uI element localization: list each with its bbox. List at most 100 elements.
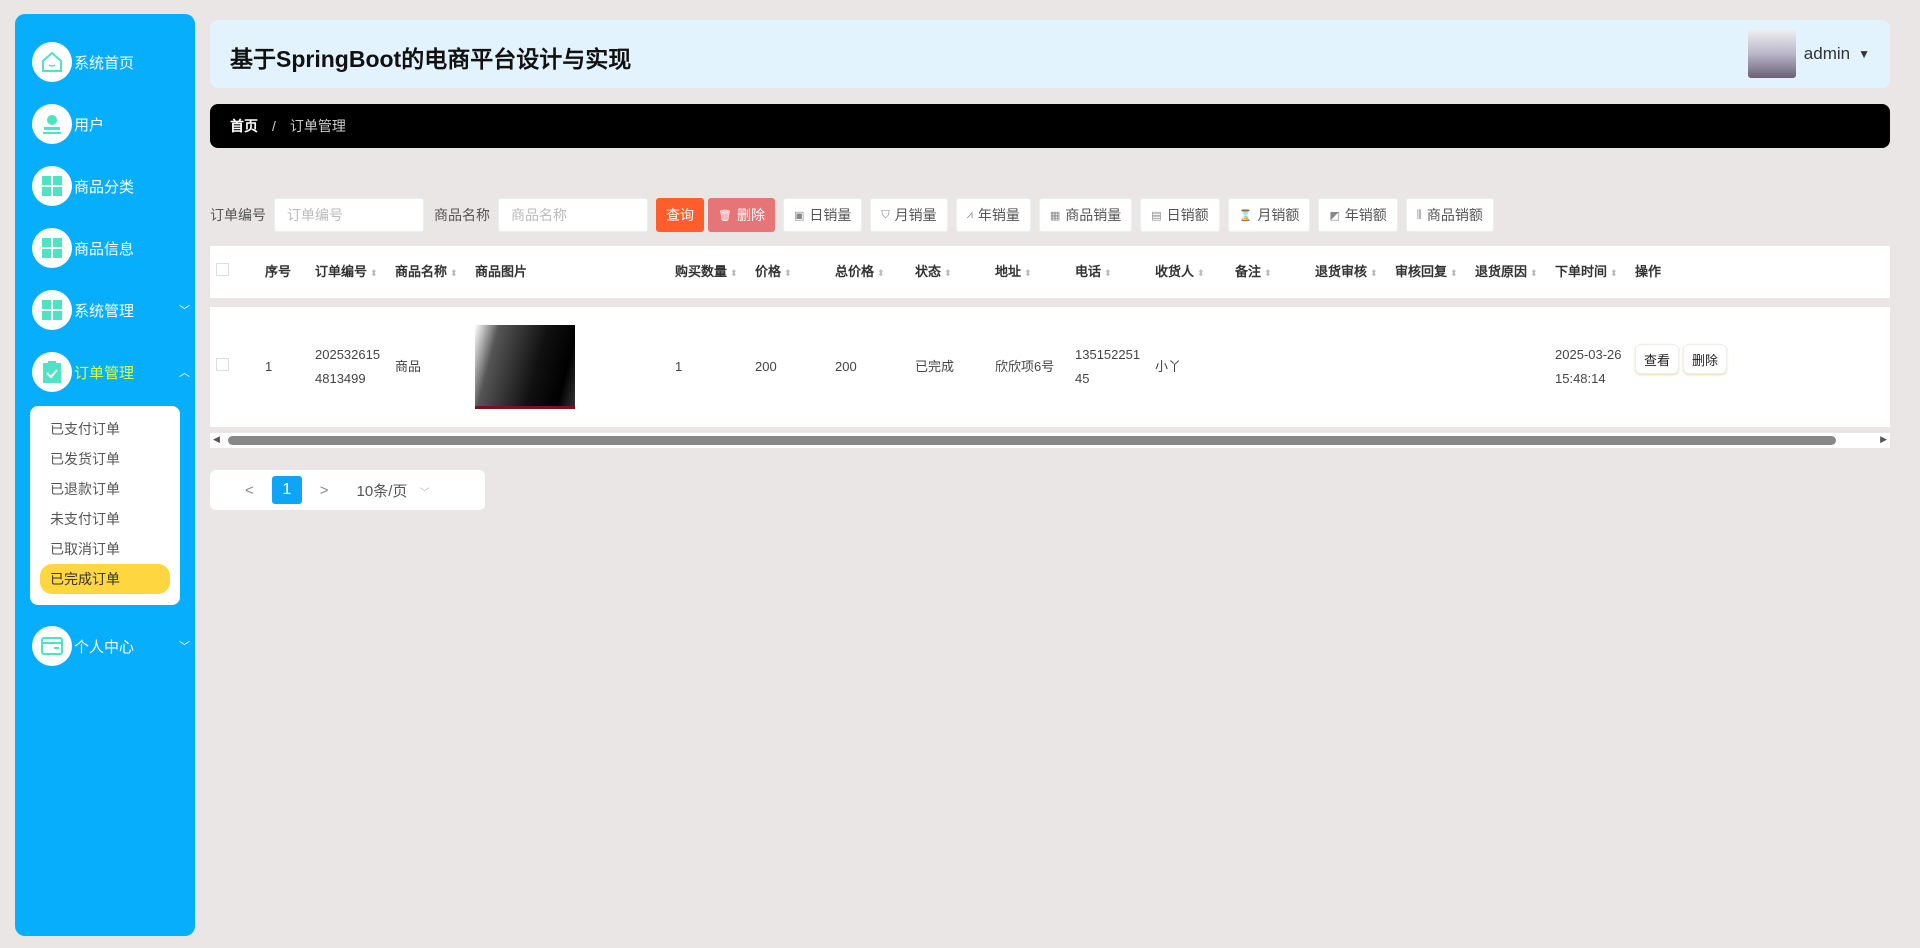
pagination: < 1 > 10条/页 ﹀ (210, 470, 485, 510)
col-total[interactable]: 总价格 ⬍ (830, 260, 910, 285)
cell-total: 200 (835, 359, 857, 374)
sort-icon: ⬍ (1104, 267, 1112, 278)
username: admin (1803, 44, 1851, 63)
submenu-completed[interactable]: 已完成订单 (40, 564, 170, 594)
col-return-reason[interactable]: 退货原因 ⬍ (1470, 260, 1550, 285)
breadcrumb-home[interactable]: 首页 (230, 116, 258, 136)
top-header: 基于SpringBoot的电商平台设计与实现 admin ▼ (210, 20, 1890, 88)
cell-index: 1 (265, 359, 273, 374)
sidebar-item-home[interactable]: 系统首页 (32, 40, 192, 84)
grid-icon (32, 290, 72, 330)
horizontal-scrollbar[interactable]: ◀ ▶ (210, 433, 1890, 448)
sidebar-item-orders[interactable]: 订单管理 ︿ (32, 350, 192, 394)
sort-icon: ⬍ (1610, 267, 1618, 278)
breadcrumb-current: 订单管理 (289, 118, 346, 134)
chart-icon: ▣ (793, 209, 805, 222)
scroll-right-icon[interactable]: ▶ (1880, 434, 1887, 445)
product-image[interactable] (475, 325, 575, 409)
sidebar-item-category[interactable]: 商品分类 (32, 164, 192, 208)
delete-button[interactable]: 🗑 删除 (708, 198, 775, 232)
cell-product: 商品 (395, 359, 422, 374)
user-menu[interactable]: admin ▼ (1747, 30, 1870, 78)
submenu-unpaid[interactable]: 未支付订单 (40, 504, 170, 534)
sidebar-item-system[interactable]: 系统管理 ﹀ (32, 288, 192, 332)
scroll-left-icon[interactable]: ◀ (213, 434, 220, 445)
select-all-checkbox[interactable] (216, 263, 229, 276)
col-qty[interactable]: 购买数量 ⬍ (670, 260, 750, 285)
next-page-button[interactable]: > (320, 482, 329, 499)
user-stamp-icon (32, 104, 72, 144)
cell-price: 200 (755, 359, 777, 374)
monthly-sales-amount-button[interactable]: ⌛ 月销额 (1227, 198, 1311, 232)
line-chart-icon: ⩘ (966, 208, 973, 221)
submenu-cancelled[interactable]: 已取消订单 (40, 534, 170, 564)
page-1-button[interactable]: 1 (271, 476, 302, 504)
sort-icon: ⬍ (370, 267, 378, 278)
cell-qty: 1 (675, 359, 683, 374)
search-button[interactable]: 查询 (656, 198, 704, 232)
col-status[interactable]: 状态 ⬍ (910, 260, 990, 285)
col-time[interactable]: 下单时间 ⬍ (1550, 260, 1630, 285)
chevron-down-icon: ﹀ (419, 487, 430, 499)
product-name-label: 商品名称 (434, 207, 490, 223)
caret-down-icon: ▼ (1858, 47, 1870, 61)
col-order-no[interactable]: 订单编号 ⬍ (310, 260, 390, 285)
yearly-sales-amount-button[interactable]: ◩ 年销额 (1318, 198, 1398, 232)
chevron-down-icon: ﹀ (179, 305, 190, 317)
cell-address: 欣欣项6号 (995, 359, 1055, 374)
cell-receiver: 小丫 (1155, 359, 1182, 374)
col-phone[interactable]: 电话 ⬍ (1070, 260, 1150, 285)
sidebar-item-user[interactable]: 用户 (32, 102, 192, 146)
col-address[interactable]: 地址 ⬍ (990, 260, 1070, 285)
product-name-input[interactable] (498, 198, 648, 232)
col-image: 商品图片 (475, 264, 528, 279)
home-icon (32, 42, 72, 82)
yearly-sales-qty-button[interactable]: ⩘ 年销量 (955, 198, 1031, 232)
clipboard-check-icon (32, 352, 72, 392)
col-review-reply[interactable]: 审核回复 ⬍ (1390, 260, 1470, 285)
cell-order-no: 2025326154813499 (315, 347, 381, 386)
col-remark[interactable]: 备注 ⬍ (1230, 260, 1310, 285)
order-no-input[interactable] (274, 198, 424, 232)
hourglass-icon: ⌛ (1238, 209, 1253, 222)
sort-icon: ⬍ (1450, 267, 1458, 278)
submenu-refunded[interactable]: 已退款订单 (40, 474, 170, 504)
scrollbar-thumb[interactable] (228, 436, 1836, 445)
page-size-select[interactable]: 10条/页 ﹀ (357, 480, 430, 501)
product-sales-qty-button[interactable]: ▦ 商品销量 (1038, 198, 1133, 232)
bar-chart-icon: ⫼ (1416, 208, 1422, 221)
sort-icon: ⬍ (784, 267, 792, 278)
order-no-label: 订单编号 (210, 207, 266, 223)
breadcrumb-separator: / (272, 118, 276, 134)
daily-sales-amount-button[interactable]: ▤ 日销额 (1140, 198, 1220, 232)
col-receiver[interactable]: 收货人 ⬍ (1150, 260, 1230, 285)
col-actions: 操作 (1635, 264, 1662, 279)
card-icon (32, 626, 72, 666)
row-delete-button[interactable]: 删除 (1683, 344, 1728, 374)
daily-sales-qty-button[interactable]: ▣ 日销量 (782, 198, 863, 232)
sort-icon: ⬍ (1197, 267, 1205, 278)
sort-icon: ⬍ (877, 267, 885, 278)
row-checkbox[interactable] (216, 358, 229, 371)
col-return-review[interactable]: 退货审核 ⬍ (1310, 260, 1390, 285)
submenu-paid[interactable]: 已支付订单 (40, 414, 170, 444)
prev-page-button[interactable]: < (245, 482, 254, 499)
orders-table: 序号 订单编号 ⬍ 商品名称 ⬍ 商品图片 购买数量 ⬍ 价格 ⬍ 总价格 ⬍ 状态 ⬍ 地… (210, 246, 1890, 427)
col-product[interactable]: 商品名称 ⬍ (390, 260, 470, 285)
view-button[interactable]: 查看 (1635, 344, 1680, 374)
document-icon: ▤ (1151, 209, 1162, 222)
sidebar-item-product[interactable]: 商品信息 (32, 226, 192, 270)
col-price[interactable]: 价格 ⬍ (750, 260, 830, 285)
chevron-up-icon: ︿ (179, 367, 190, 379)
trash-icon: 🗑 (718, 209, 732, 222)
product-sales-amount-button[interactable]: ⫼ 商品销额 (1405, 198, 1494, 232)
submenu-shipped[interactable]: 已发货订单 (40, 444, 170, 474)
sort-icon: ⬍ (1530, 267, 1538, 278)
cell-time: 2025-03-26 15:48:14 (1555, 347, 1622, 386)
grid-icon (32, 166, 72, 206)
cell-phone: 13515225145 (1075, 347, 1141, 386)
sort-icon: ⬍ (730, 267, 738, 278)
monthly-sales-qty-button[interactable]: ⛉ 月销量 (870, 198, 948, 232)
sort-icon: ⬍ (944, 267, 952, 278)
sidebar-item-profile[interactable]: 个人中心 ﹀ (32, 624, 192, 668)
